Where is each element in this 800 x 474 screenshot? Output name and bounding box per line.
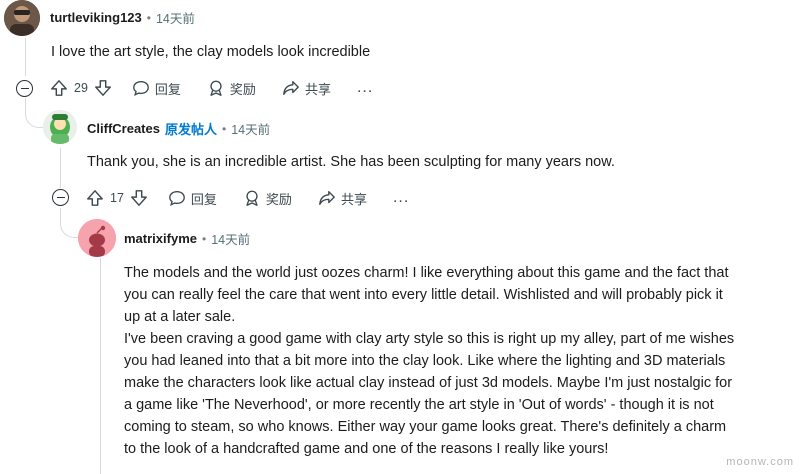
- share-label: 共享: [340, 191, 367, 207]
- award-button[interactable]: 奖励: [207, 79, 256, 98]
- comment-line: to the look of a handcrafted game and on…: [124, 441, 609, 457]
- watermark: moonw.com: [726, 456, 794, 468]
- collapse-button[interactable]: [16, 80, 33, 97]
- username[interactable]: turtleviking123: [50, 10, 142, 25]
- avatar[interactable]: [43, 110, 77, 144]
- avatar-image-icon: [4, 0, 40, 36]
- comment-meta: CliffCreates 原发帖人 • 14天前: [87, 119, 270, 138]
- separator-dot: •: [201, 231, 207, 246]
- avatar[interactable]: [78, 219, 116, 257]
- comment-line: you had leaned into that a bit more into…: [124, 353, 726, 369]
- downvote-arrow-icon: [94, 80, 111, 96]
- downvote-button[interactable]: [130, 189, 148, 207]
- comment-line: coming to steam, so who knows. Either wa…: [124, 419, 727, 435]
- comment-bubble-icon: [133, 81, 149, 97]
- award-button[interactable]: 奖励: [243, 189, 292, 208]
- comment-paragraph: Thank you, she is an incredible artist. …: [87, 154, 615, 170]
- comment-bubble-icon: [169, 191, 185, 207]
- award-label: 奖励: [265, 191, 292, 207]
- share-label: 共享: [304, 81, 331, 97]
- thread-line-3: [100, 258, 101, 474]
- separator-dot: •: [146, 10, 151, 25]
- vote-count: 17: [110, 191, 124, 205]
- award-label: 奖励: [229, 81, 256, 97]
- timestamp[interactable]: 14天前: [211, 229, 250, 248]
- upvote-arrow-icon: [51, 80, 67, 96]
- collapse-button[interactable]: [52, 189, 69, 206]
- award-ribbon-icon: [210, 80, 222, 96]
- more-options-button[interactable]: ...: [393, 189, 409, 207]
- comment-line: you can really feel the care that went i…: [124, 287, 723, 303]
- share-arrow-icon: [283, 81, 299, 95]
- comment-line: The models and the world just oozes char…: [124, 265, 729, 281]
- upvote-button[interactable]: [86, 189, 104, 207]
- reply-label: 回复: [154, 81, 181, 97]
- snoo-avatar-icon: [78, 219, 116, 257]
- comment-paragraph: I love the art style, the clay models lo…: [51, 44, 371, 60]
- downvote-button[interactable]: [94, 79, 112, 97]
- timestamp[interactable]: 14天前: [231, 119, 270, 138]
- op-badge: 原发帖人: [164, 122, 217, 137]
- username[interactable]: CliffCreates: [87, 121, 160, 136]
- username[interactable]: matrixifyme: [124, 231, 197, 246]
- avatar-image-icon: [43, 110, 77, 144]
- comment-meta: matrixifyme • 14天前: [124, 229, 250, 248]
- award-ribbon-icon: [246, 190, 258, 206]
- comment-body: I love the art style, the clay models lo…: [51, 41, 370, 63]
- comment-body: The models and the world just oozes char…: [124, 262, 800, 460]
- thread-line-1: [25, 38, 26, 76]
- reply-button[interactable]: 回复: [168, 189, 217, 208]
- comment-line: a game like 'The Neverhood', or more rec…: [124, 397, 714, 413]
- reply-button[interactable]: 回复: [132, 79, 181, 98]
- timestamp[interactable]: 14天前: [156, 8, 195, 27]
- comment-actions: 17 回复 奖励 共享 ...: [86, 186, 409, 210]
- comment-actions: 29 回复 奖励 共享 ...: [50, 76, 373, 100]
- share-button[interactable]: 共享: [282, 79, 331, 98]
- comment-body: Thank you, she is an incredible artist. …: [87, 151, 615, 173]
- reply-label: 回复: [190, 191, 217, 207]
- share-arrow-icon: [319, 191, 335, 205]
- more-options-button[interactable]: ...: [357, 79, 373, 97]
- comment-line: up at a later sale.: [124, 309, 236, 325]
- vote-count: 29: [74, 81, 88, 95]
- comment-line: I've been craving a good game with clay …: [124, 331, 735, 347]
- thread-line-2: [60, 148, 61, 188]
- avatar[interactable]: [4, 0, 40, 36]
- upvote-button[interactable]: [50, 79, 68, 97]
- comment-meta: turtleviking123 • 14天前: [50, 8, 195, 27]
- downvote-arrow-icon: [130, 190, 147, 206]
- comment-line: make the characters look like actual cla…: [124, 375, 733, 391]
- separator-dot: •: [221, 121, 227, 136]
- upvote-arrow-icon: [87, 190, 103, 206]
- share-button[interactable]: 共享: [318, 189, 367, 208]
